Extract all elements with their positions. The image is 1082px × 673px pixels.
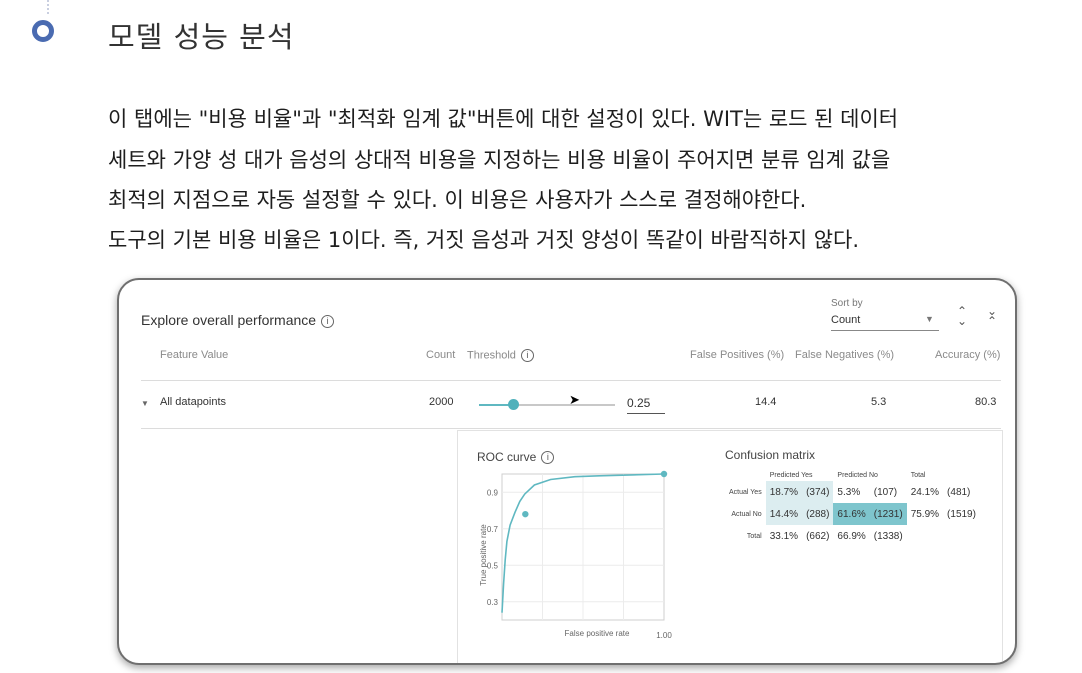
paragraph-line-1: 이 탭에는 "비용 비율"과 "최적화 임계 값"버튼에 대한 설정이 있다. …	[108, 107, 899, 131]
threshold-input[interactable]: 0.25	[627, 396, 650, 410]
cm-cell: 24.1%	[910, 486, 940, 498]
panel-title: Explore overall performance i	[141, 312, 335, 328]
timeline-connector	[47, 0, 49, 14]
sort-order-icon[interactable]: ⌃ ⌄	[957, 305, 967, 327]
section-heading: 모델 성능 분석	[108, 20, 295, 54]
col-count: Count	[426, 349, 456, 361]
x-tick-label: 1.00	[656, 631, 672, 640]
cm-cell: 5.3%	[837, 486, 861, 498]
row-accuracy: 80.3	[975, 396, 997, 408]
y-tick-label: 0.7	[487, 525, 499, 534]
sort-by-label: Sort by	[831, 298, 863, 309]
cm-cell: 18.7%	[765, 481, 803, 503]
roc-title: ROC curve i	[477, 450, 555, 465]
col-feature-value: Feature Value	[160, 349, 229, 361]
cm-header-predicted-no: Predicted No	[837, 472, 878, 479]
x-axis-label: False positive rate	[565, 629, 630, 638]
y-tick-label: 0.9	[487, 488, 499, 497]
roc-point	[660, 470, 668, 478]
cm-cell: (1338)	[873, 530, 903, 542]
cm-corner	[725, 470, 766, 481]
cm-cell: (374)	[802, 481, 834, 503]
panel-title-text: Explore overall performance	[141, 312, 317, 328]
col-threshold-text: Threshold	[467, 349, 516, 362]
cm-cell: (1519)	[947, 508, 976, 520]
cm-title: Confusion matrix	[725, 448, 816, 462]
cm-cell: 75.9%	[910, 508, 940, 520]
cm-cell	[907, 525, 943, 547]
info-icon[interactable]: i	[541, 451, 555, 465]
row-label[interactable]: All datapoints	[160, 396, 226, 408]
cm-cell	[943, 525, 980, 547]
cm-header-predicted-yes: Predicted Yes	[769, 472, 813, 479]
row-false-positives: 14.4	[755, 396, 777, 408]
cm-header-row: Predicted Yes Predicted No Total	[725, 470, 980, 481]
performance-panel-screenshot: Explore overall performance i Sort by Cou…	[117, 278, 1017, 665]
cm-row-label: Actual Yes	[729, 488, 762, 496]
cm-cell: (481)	[947, 486, 971, 498]
section-bullet-icon	[32, 20, 54, 42]
cm-cell: (1231)	[869, 503, 907, 525]
y-tick-label: 0.3	[487, 598, 499, 607]
paragraph-line-2: 세트와 가양 성 대가 음성의 상대적 비용을 지정하는 비용 비율이 주어지면…	[108, 148, 891, 172]
confusion-matrix-table: Predicted Yes Predicted No Total Actual …	[725, 470, 980, 547]
paragraph-line-4: 도구의 기본 비용 비율은 1이다. 즉, 거짓 음성과 거짓 양성이 똑같이 …	[108, 228, 860, 252]
cm-row-label: Total	[746, 532, 762, 540]
info-icon[interactable]: i	[321, 314, 335, 328]
info-icon[interactable]: i	[520, 349, 534, 362]
col-accuracy: Accuracy (%)	[935, 349, 1001, 361]
sort-by-select[interactable]: Count	[831, 314, 860, 326]
row-count: 2000	[429, 396, 454, 408]
row-divider	[141, 428, 1001, 429]
cm-cell: 14.4%	[765, 503, 803, 525]
col-threshold: Threshold i	[467, 349, 534, 362]
collapse-icon[interactable]: ⌄ ⌃	[987, 305, 997, 327]
threshold-slider-thumb[interactable]	[507, 399, 519, 410]
col-false-negatives: False Negatives (%)	[795, 349, 895, 361]
sort-by-underline	[831, 330, 939, 331]
cm-row-label: Actual No	[731, 510, 762, 518]
cm-cell: 61.6%	[833, 503, 870, 525]
cm-row-actual-yes: Actual Yes 18.7% (374) 5.3% (107) 24.1% …	[725, 481, 980, 503]
y-axis-label: True positive rate	[479, 524, 488, 586]
row-false-negatives: 5.3	[871, 396, 887, 408]
cm-cell: 33.1%	[769, 530, 799, 542]
expand-chevron-icon[interactable]: ▼	[141, 399, 149, 408]
roc-title-text: ROC curve	[477, 450, 537, 464]
roc-point	[522, 510, 529, 518]
paragraph-line-3: 최적의 지점으로 자동 설정할 수 있다. 이 비용은 사용자가 스스로 결정해…	[108, 188, 807, 212]
threshold-input-underline	[627, 413, 665, 414]
roc-svg: 0.3 0.5 0.7 0.9 1.00 False positive rate True …	[479, 470, 672, 640]
dropdown-caret-icon[interactable]: ▼	[925, 314, 934, 324]
cm-cell: (288)	[802, 503, 834, 525]
y-tick-label: 0.5	[487, 561, 499, 570]
cm-row-actual-no: Actual No 14.4% (288) 61.6% (1231) 75.9%…	[725, 503, 980, 525]
header-divider	[141, 380, 1001, 381]
cm-cell: (662)	[806, 530, 830, 542]
cm-cell: (107)	[873, 486, 898, 498]
mouse-cursor-icon: ➤	[569, 392, 580, 407]
cm-row-total: Total 33.1% (662) 66.9% (1338)	[725, 525, 980, 547]
col-false-positives: False Positives (%)	[690, 349, 785, 361]
cm-header-total: Total	[910, 472, 926, 479]
cm-cell: 66.9%	[837, 530, 866, 542]
